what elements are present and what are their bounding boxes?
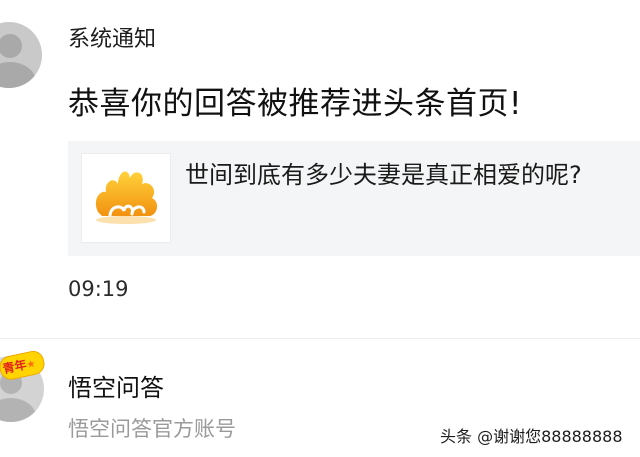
golden-cloud-icon [95,171,158,224]
wukong-logo-icon [81,153,171,243]
star-icon: ★ [25,358,37,372]
youth-badge-label: 青年 [1,357,28,377]
avatar-body-shape [0,398,36,422]
question-card[interactable]: 世间到底有多少夫妻是真正相爱的呢? [68,141,640,256]
system-avatar[interactable] [0,22,42,88]
message-timestamp: 09:19 [68,277,129,301]
watermark: 头条 @谢谢您88888888 [440,427,623,446]
avatar-body-shape [0,62,36,88]
avatar-head-shape [0,34,22,58]
question-title[interactable]: 世间到底有多少夫妻是真正相爱的呢? [185,154,635,196]
conversation-subtitle: 悟空问答官方账号 [68,417,236,441]
conversation-title[interactable]: 悟空问答 [68,371,164,405]
notification-message: 恭喜你的回答被推荐进头条首页! [68,86,522,122]
list-divider [0,338,640,339]
sender-name: 系统通知 [68,27,157,52]
